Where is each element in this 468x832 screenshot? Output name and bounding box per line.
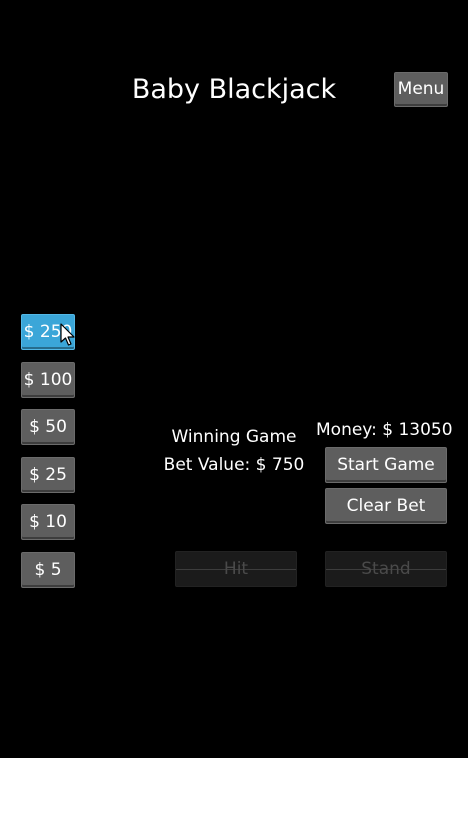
money-text: Money: $ 13050: [316, 420, 453, 440]
bottom-blank-area: [0, 758, 468, 832]
game-state-text: Winning Game: [171, 427, 297, 447]
stand-button[interactable]: Stand: [325, 551, 447, 587]
bet-value-text: Bet Value: $ 750: [163, 455, 305, 475]
chip-button-5[interactable]: $ 5: [21, 552, 75, 588]
chip-button-10[interactable]: $ 10: [21, 504, 75, 540]
clear-bet-button[interactable]: Clear Bet: [325, 488, 447, 524]
chip-button-100[interactable]: $ 100: [21, 362, 75, 398]
start-game-button[interactable]: Start Game: [325, 447, 447, 483]
chip-button-50[interactable]: $ 50: [21, 409, 75, 445]
app-screen: Baby Blackjack Menu $ 250 $ 100 $ 50 $ 2…: [0, 0, 468, 832]
mouse-pointer-icon: [60, 323, 75, 346]
game-area: Baby Blackjack Menu $ 250 $ 100 $ 50 $ 2…: [0, 0, 468, 758]
menu-button[interactable]: Menu: [394, 72, 448, 107]
chip-button-25[interactable]: $ 25: [21, 457, 75, 493]
hit-button[interactable]: Hit: [175, 551, 297, 587]
hit-button-label: Hit: [223, 559, 249, 579]
stand-button-label: Stand: [361, 559, 411, 579]
